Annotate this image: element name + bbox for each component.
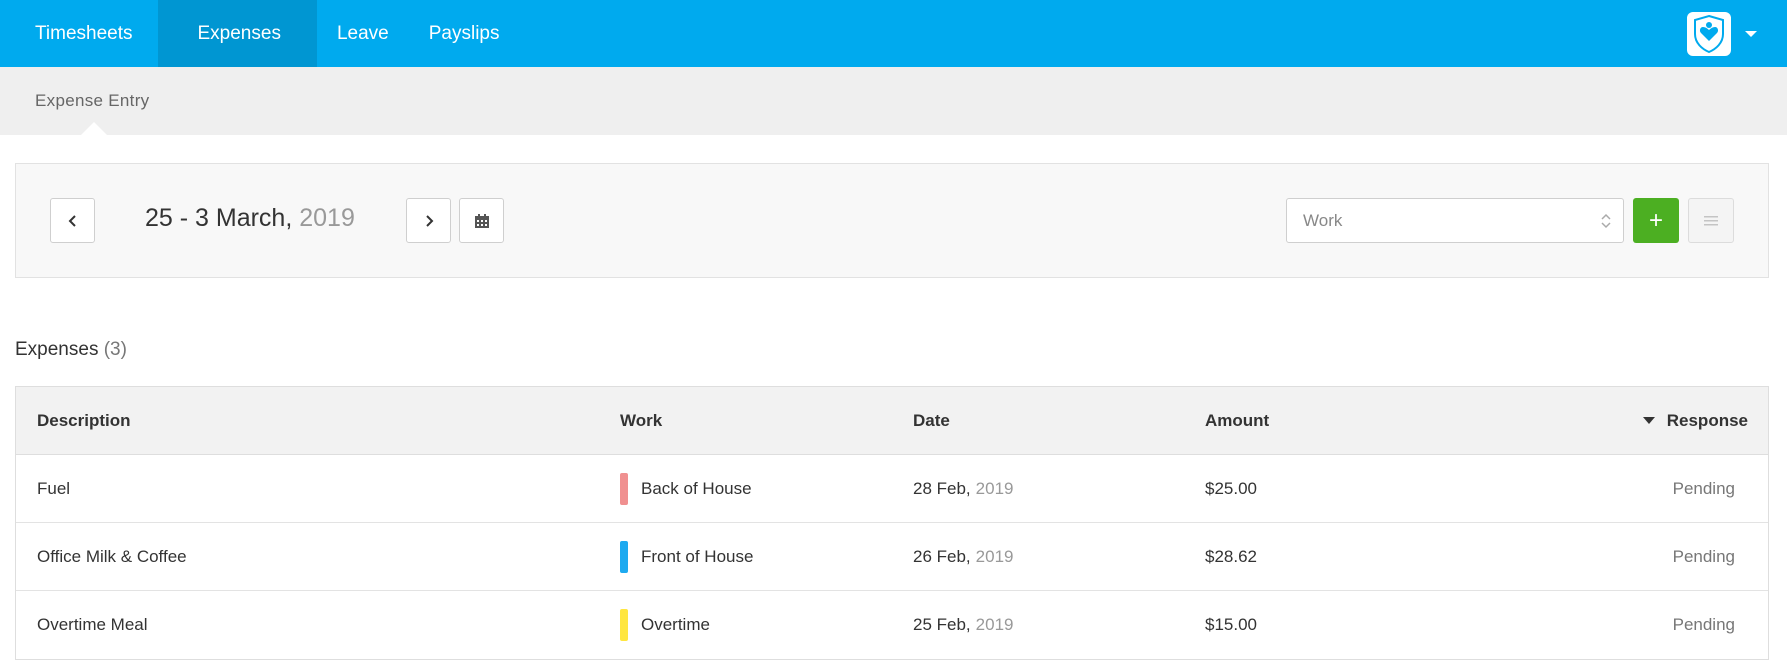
row-response: Pending xyxy=(1672,615,1735,634)
row-date: 26 Feb, 2019 xyxy=(913,523,1013,590)
row-work-label: Overtime xyxy=(641,615,710,634)
row-date: 28 Feb, 2019 xyxy=(913,455,1013,522)
work-select[interactable]: Work xyxy=(1286,198,1624,243)
row-work-label: Front of House xyxy=(641,546,754,566)
row-amount: $15.00 xyxy=(1205,615,1257,634)
row-amount: $28.62 xyxy=(1205,546,1257,566)
row-description: Office Milk & Coffee xyxy=(37,546,187,566)
row-response: Pending xyxy=(1672,478,1735,498)
work-color-swatch xyxy=(620,540,628,573)
next-week-button[interactable] xyxy=(406,198,451,243)
row-work-label: Back of House xyxy=(641,478,752,498)
nav-item-expenses[interactable]: Expenses xyxy=(157,0,317,67)
work-color-swatch xyxy=(620,472,628,505)
column-header-response-label: Response xyxy=(1666,410,1748,430)
row-date-year: 2019 xyxy=(975,478,1014,498)
table-header: Description Work Date Amount Response xyxy=(16,387,1768,455)
column-header-description[interactable]: Description xyxy=(37,387,131,454)
table-row[interactable]: Office Milk & Coffee Front of House 26 F… xyxy=(16,523,1768,591)
row-date: 25 Feb, 2019 xyxy=(913,591,1013,659)
row-date-day: 26 Feb, xyxy=(913,546,971,566)
column-header-amount[interactable]: Amount xyxy=(1205,387,1269,454)
table-row[interactable]: Overtime Meal Overtime 25 Feb, 2019 $15.… xyxy=(16,591,1768,659)
work-select-value: Work xyxy=(1303,210,1343,230)
column-header-response[interactable]: Response xyxy=(1642,387,1748,454)
row-work: Front of House xyxy=(620,523,753,590)
add-expense-button[interactable]: + xyxy=(1633,198,1679,243)
brand-shield-icon[interactable] xyxy=(1687,12,1731,56)
column-header-date[interactable]: Date xyxy=(913,387,950,454)
plus-icon: + xyxy=(1648,206,1663,234)
row-work: Overtime xyxy=(620,591,710,659)
list-menu-icon xyxy=(1704,215,1718,225)
row-work: Back of House xyxy=(620,455,752,522)
nav-item-timesheets[interactable]: Timesheets xyxy=(0,0,173,67)
row-date-day: 28 Feb, xyxy=(913,478,971,498)
expenses-section-title: Expenses (3) xyxy=(15,339,127,361)
chevron-right-icon xyxy=(425,214,433,227)
list-menu-button[interactable] xyxy=(1688,198,1734,243)
main-nav: Timesheets Expenses Leave Payslips xyxy=(0,0,539,67)
date-toolbar: 25 - 3 March, 2019 Work + xyxy=(15,163,1769,278)
nav-item-leave[interactable]: Leave xyxy=(317,0,429,67)
subnav-item-expense-entry[interactable]: Expense Entry xyxy=(35,91,149,111)
date-range-year: 2019 xyxy=(299,204,355,232)
chevron-left-icon xyxy=(68,214,76,227)
sub-navigation-bar: Expense Entry xyxy=(0,67,1787,135)
row-amount: $25.00 xyxy=(1205,478,1257,498)
expenses-title: Expenses xyxy=(15,339,99,360)
row-date-year: 2019 xyxy=(975,546,1014,566)
work-color-swatch xyxy=(620,609,628,641)
previous-week-button[interactable] xyxy=(50,198,95,243)
nav-item-payslips[interactable]: Payslips xyxy=(429,0,540,67)
row-description: Fuel xyxy=(37,478,71,498)
calendar-icon xyxy=(474,213,489,228)
select-arrows-icon xyxy=(1601,213,1611,229)
row-description: Overtime Meal xyxy=(37,615,148,634)
top-navigation-bar: Timesheets Expenses Leave Payslips xyxy=(0,0,1787,67)
account-caret-down-icon[interactable] xyxy=(1745,31,1757,37)
sort-descending-icon xyxy=(1642,417,1655,424)
date-range-label: 25 - 3 March, 2019 xyxy=(145,204,355,233)
table-row[interactable]: Fuel Back of House 28 Feb, 2019 $25.00 P… xyxy=(16,455,1768,523)
expenses-table: Description Work Date Amount Response Fu… xyxy=(15,386,1769,660)
row-response: Pending xyxy=(1672,546,1735,566)
row-date-year: 2019 xyxy=(975,615,1014,634)
column-header-work[interactable]: Work xyxy=(620,387,662,454)
calendar-button[interactable] xyxy=(459,198,504,243)
row-date-day: 25 Feb, xyxy=(913,615,971,634)
date-range-text: 25 - 3 March, xyxy=(145,204,293,232)
active-indicator-notch xyxy=(81,122,107,135)
expenses-count: (3) xyxy=(103,339,127,360)
